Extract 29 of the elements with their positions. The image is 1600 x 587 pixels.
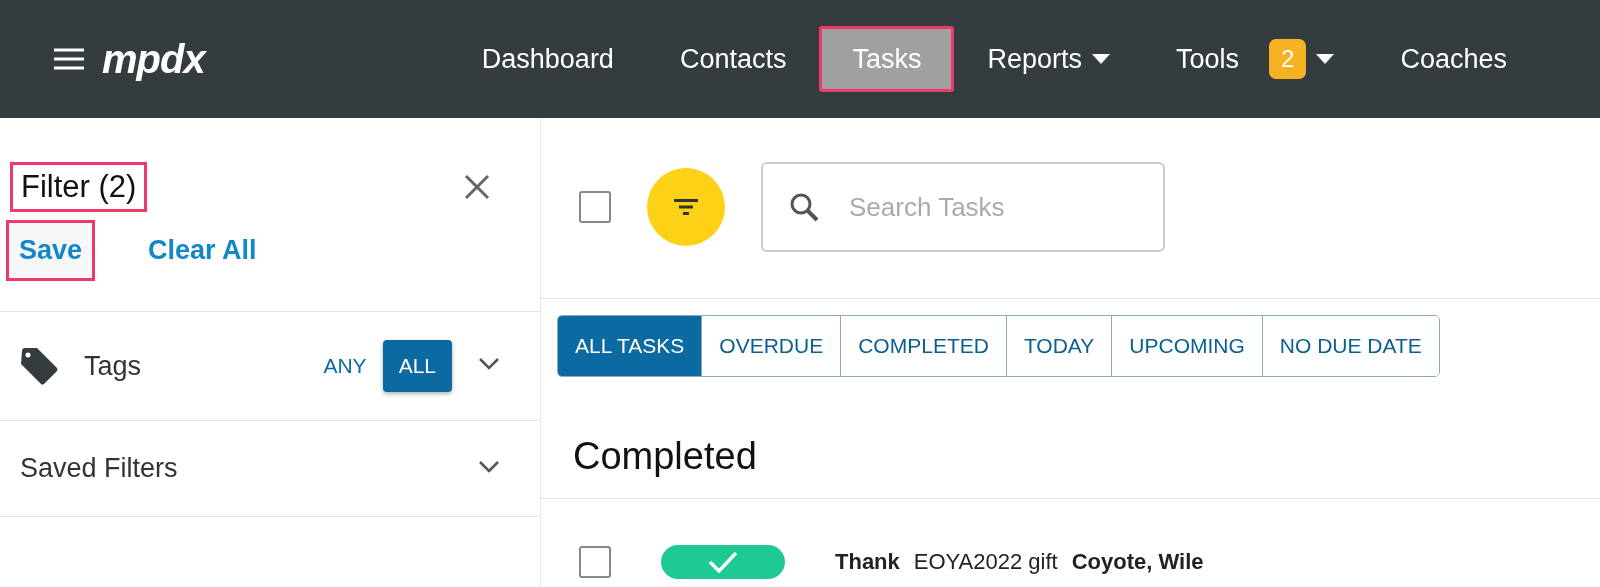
task-checkbox[interactable] (579, 546, 611, 578)
close-icon[interactable] (464, 174, 490, 200)
contact-name[interactable]: Coyote, Wile (1071, 549, 1204, 575)
filter-icon (674, 199, 698, 215)
nav-tab[interactable]: Dashboard (448, 26, 647, 92)
select-all-checkbox[interactable] (579, 191, 611, 223)
save-link[interactable]: Save (6, 220, 96, 281)
clear-all-link[interactable]: Clear All (135, 220, 270, 281)
chevron-down-icon[interactable] (478, 459, 500, 474)
check-icon (708, 551, 738, 573)
section-label: Saved Filters (20, 453, 178, 484)
section-heading: Completed (541, 377, 1600, 499)
task-subject: EOYA2022 gift (913, 549, 1058, 575)
nav-tab[interactable]: Contacts (646, 26, 820, 92)
search-field[interactable]: Search Tasks (761, 162, 1165, 252)
filter-title: Filter (2) (10, 162, 148, 212)
filter-tab[interactable]: ALL TASKS (558, 316, 703, 376)
count-badge: 2 (1269, 39, 1307, 79)
nav-tab[interactable]: Reports (954, 26, 1144, 92)
menu-icon[interactable] (54, 48, 84, 70)
section-label: Tags (84, 350, 142, 382)
chevron-down-icon[interactable] (478, 357, 500, 371)
tag-icon (20, 347, 58, 385)
nav-tab[interactable]: Coaches (1367, 26, 1540, 92)
task-action: Thank (835, 549, 900, 575)
toggle-option[interactable]: ANY (307, 340, 383, 392)
logo[interactable]: mpdx (102, 36, 205, 82)
nav-tab[interactable]: Tools 2 (1143, 26, 1368, 92)
toggle-option[interactable]: ALL (382, 340, 452, 392)
